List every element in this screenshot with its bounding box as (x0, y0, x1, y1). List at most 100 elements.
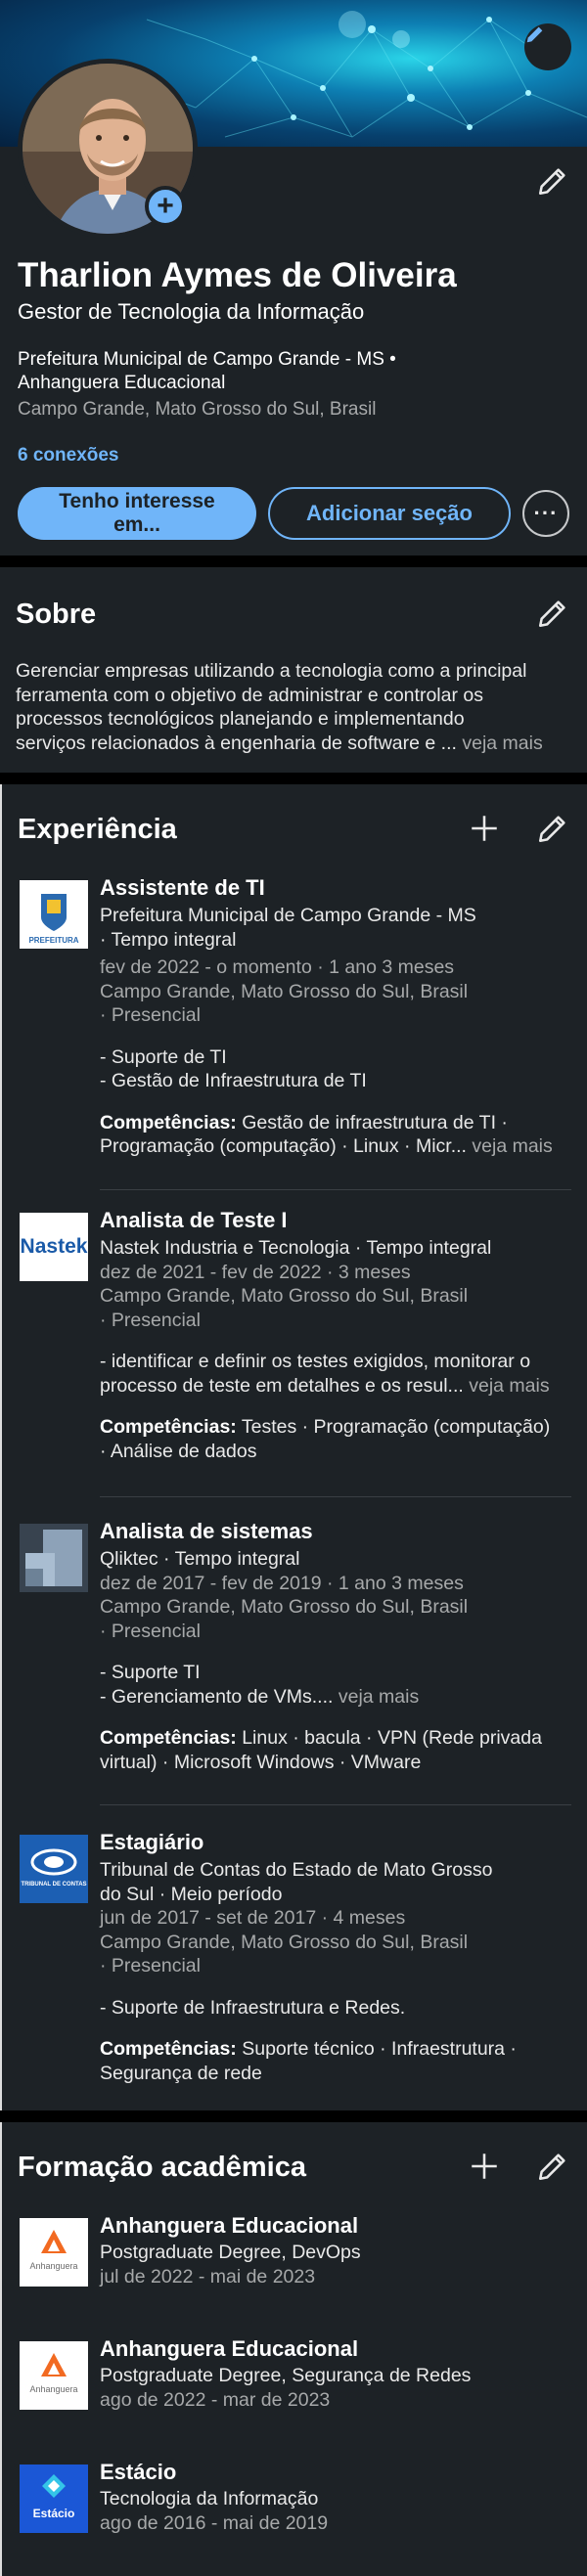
job-location: Campo Grande, Mato Grosso do Sul, Brasil (100, 1596, 469, 1618)
about-line: Gerenciar empresas utilizando a tecnolog… (16, 660, 527, 682)
job-title: Estagiário (100, 1830, 204, 1854)
skills-label: Competências: (100, 1416, 237, 1438)
edit-experience-button[interactable] (536, 812, 569, 850)
profile-name: Tharlion Aymes de Oliveira (18, 256, 457, 294)
about-text[interactable]: Gerenciar empresas utilizando a tecnolog… (16, 659, 573, 755)
item-divider (100, 1804, 571, 1805)
pencil-icon (538, 168, 565, 196)
profile-location: Campo Grande, Mato Grosso do Sul, Brasil (18, 399, 377, 420)
logo-text: Anhanguera (29, 2384, 77, 2394)
plus-icon (472, 2154, 497, 2179)
job-title: Assistente de TI (100, 875, 265, 900)
experience-details: Analista de sistemas Qliktec · Tempo int… (100, 1518, 579, 1774)
pencil-icon (538, 2154, 565, 2181)
company-line: Tribunal de Contas do Estado de Mato Gro… (100, 1859, 493, 1881)
about-title: Sobre (16, 599, 97, 630)
desc-line: - Suporte TI (100, 1662, 201, 1683)
item-divider (100, 1189, 571, 1190)
about-line: processos tecnológicos planejando e impl… (16, 708, 465, 730)
banner-edit-button[interactable] (524, 23, 571, 70)
edit-profile-button[interactable] (536, 164, 569, 202)
education-title: Formação acadêmica (18, 2152, 306, 2183)
skills-label: Competências: (100, 1111, 237, 1133)
item-divider (100, 1496, 571, 1497)
section-separator (0, 773, 587, 784)
orgs-line-1: Prefeitura Municipal de Campo Grande - M… (18, 349, 396, 370)
job-location: · Presencial (100, 1004, 201, 1026)
job-location: · Presencial (100, 1620, 201, 1642)
about-line: ferramenta com o objetivo de administrar… (16, 684, 483, 706)
open-to-label-1: Tenho interesse (59, 490, 215, 512)
desc-line: - Suporte de Infraestrutura e Redes. (100, 1996, 406, 2019)
more-button[interactable]: ··· (522, 490, 569, 537)
desc-line: - Gerenciamento de VMs.... (100, 1685, 334, 1708)
job-title: Analista de sistemas (100, 1519, 313, 1543)
company-logo-prefeitura: PREFEITURA (20, 880, 88, 949)
job-location: Campo Grande, Mato Grosso do Sul, Brasil (100, 1285, 469, 1307)
profile-card: + Tharlion Aymes de Oliveira Gestor de T… (0, 0, 587, 555)
job-skills: Competências: Linux · bacula · VPN (Rede… (100, 1726, 579, 1774)
school-name: Anhanguera Educacional (100, 2213, 359, 2238)
education-details: Anhanguera Educacional Postgraduate Degr… (100, 2212, 579, 2288)
skills-text: Suporte técnico · Infraestrutura · (236, 2038, 517, 2060)
logo-text: Nastek (20, 1235, 88, 1258)
add-section-button[interactable]: Adicionar seção (268, 487, 511, 540)
edit-about-button[interactable] (536, 597, 569, 635)
more-icon: ··· (533, 501, 559, 525)
job-description: - Suporte de TI - Gestão de Infraestrutu… (100, 1045, 579, 1093)
school-name: Estácio (100, 2460, 177, 2484)
school-name: Anhanguera Educacional (100, 2336, 359, 2361)
job-title: Analista de Teste I (100, 1208, 288, 1232)
job-skills: Competências: Gestão de infraestrutura d… (100, 1111, 579, 1159)
edit-education-button[interactable] (536, 2150, 569, 2188)
section-separator (0, 555, 587, 567)
see-more-link[interactable]: veja mais (339, 1686, 419, 1708)
skills-text: Segurança de rede (100, 2062, 262, 2084)
add-education-button[interactable] (468, 2150, 501, 2188)
education-card: Formação acadêmica Anhanguera Anhanguera… (0, 2122, 587, 2576)
skills-label: Competências: (100, 1727, 237, 1749)
job-dates: dez de 2021 - fev de 2022 · 3 meses (100, 1261, 411, 1283)
see-more-link[interactable]: veja mais (472, 1135, 552, 1157)
school-logo-estacio: Estácio (20, 2465, 88, 2533)
skills-text: Gestão de infraestrutura de TI · (236, 1111, 508, 1133)
job-description: - identificar e definir os testes exigid… (100, 1350, 579, 1398)
logo-text: TRIBUNAL DE CONTAS (21, 1882, 86, 1888)
about-see-more-link[interactable]: veja mais (462, 733, 542, 754)
school-logo-anhanguera: Anhanguera (20, 2341, 88, 2410)
orgs-line-2: Anhanguera Educacional (18, 373, 226, 393)
company-logo-nastek: Nastek (20, 1213, 88, 1281)
education-dates: ago de 2016 - mai de 2019 (100, 2511, 329, 2534)
logo-text: Anhanguera (29, 2261, 77, 2271)
job-location: · Presencial (100, 1309, 201, 1331)
about-card: Sobre Gerenciar empresas utilizando a te… (0, 567, 587, 773)
job-location: · Presencial (100, 1955, 201, 1976)
skills-text: Programação (computação) · Linux · Micr.… (100, 1135, 467, 1157)
pencil-icon (538, 600, 565, 628)
company-line: Qliktec · Tempo integral (100, 1548, 300, 1570)
pencil-icon (538, 816, 565, 843)
desc-line: processo de teste em detalhes e os resul… (100, 1374, 464, 1397)
logo-text: Estácio (33, 2507, 75, 2520)
company-logo-tribunal: TRIBUNAL DE CONTAS (20, 1835, 88, 1903)
degree: Postgraduate Degree, DevOps (100, 2242, 361, 2263)
desc-line: - Gestão de Infraestrutura de TI (100, 1070, 367, 1091)
job-dates: fev de 2022 - o momento · 1 ano 3 meses (100, 956, 455, 978)
desc-line: - Suporte de TI (100, 1045, 227, 1068)
connections-link[interactable]: 6 conexões (18, 445, 119, 466)
school-logo-anhanguera: Anhanguera (20, 2218, 88, 2287)
desc-line: - identificar e definir os testes exigid… (100, 1351, 531, 1372)
profile-headline: Gestor de Tecnologia da Informação (18, 299, 365, 324)
see-more-link[interactable]: veja mais (469, 1375, 549, 1397)
skills-text: Linux · bacula · VPN (Rede privada (236, 1727, 542, 1749)
job-location: Campo Grande, Mato Grosso do Sul, Brasil (100, 1931, 469, 1953)
experience-title: Experiência (18, 814, 177, 845)
open-to-button[interactable]: Tenho interesse em... (18, 487, 256, 540)
skills-text: · Análise de dados (100, 1440, 257, 1462)
skills-label: Competências: (100, 2038, 237, 2060)
add-photo-button[interactable]: + (145, 186, 186, 227)
profile-organizations[interactable]: Prefeitura Municipal de Campo Grande - M… (18, 348, 507, 395)
add-experience-button[interactable] (468, 812, 501, 850)
job-dates: dez de 2017 - fev de 2019 · 1 ano 3 mese… (100, 1572, 464, 1594)
logo-text: PREFEITURA (28, 936, 78, 945)
